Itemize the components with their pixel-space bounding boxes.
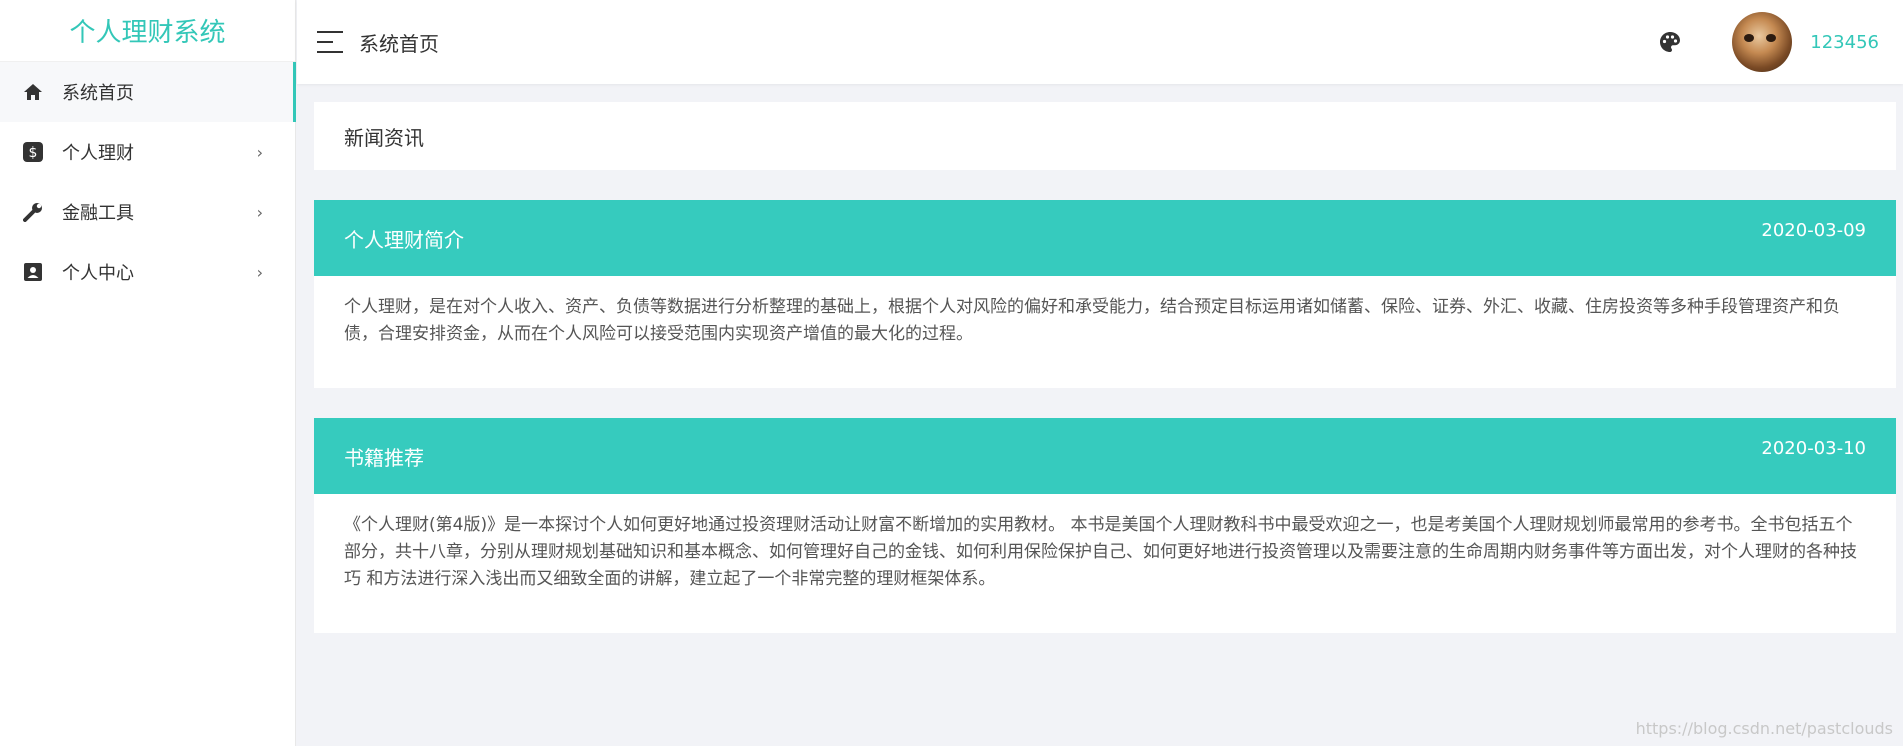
sidebar-item-label: 个人理财 [62, 143, 134, 164]
news-card-title: 个人理财简介 [344, 227, 464, 252]
sidebar-item-label: 金融工具 [62, 203, 134, 224]
username-link[interactable]: 123456 [1810, 32, 1879, 53]
topbar-right: 123456 [1658, 12, 1879, 72]
watermark: https://blog.csdn.net/pastclouds [1635, 719, 1893, 738]
sidebar-item-financial-tools[interactable]: 金融工具 › [0, 182, 295, 242]
sidebar-item-home[interactable]: 系统首页 [0, 62, 296, 122]
news-card-header: 个人理财简介 2020-03-09 [314, 200, 1896, 276]
home-icon [22, 81, 44, 103]
chevron-right-icon: › [256, 142, 263, 162]
news-card-date: 2020-03-10 [1761, 438, 1866, 459]
svg-text:$: $ [29, 145, 38, 161]
main-content: 新闻资讯 个人理财简介 2020-03-09 个人理财，是在对个人收入、资产、负… [314, 102, 1896, 663]
avatar[interactable] [1732, 12, 1793, 72]
news-card-body: 个人理财，是在对个人收入、资产、负债等数据进行分析整理的基础上，根据个人对风险的… [344, 297, 1840, 344]
contact-card-icon [22, 261, 44, 283]
chevron-right-icon: › [256, 202, 263, 222]
news-card-title: 书籍推荐 [344, 445, 424, 470]
news-card-date: 2020-03-09 [1761, 220, 1866, 241]
news-card-body: 《个人理财(第4版)》是一本探讨个人如何更好地通过投资理财活动让财富不断增加的实… [344, 515, 1857, 589]
news-card: 个人理财简介 2020-03-09 个人理财，是在对个人收入、资产、负债等数据进… [314, 200, 1896, 388]
sidebar-nav: 系统首页 $ 个人理财 › 金融工具 › 个人中心 › [0, 62, 296, 302]
menu-toggle-icon[interactable] [317, 31, 343, 53]
news-card-header: 书籍推荐 2020-03-10 [314, 418, 1896, 494]
sidebar-item-personal-finance[interactable]: $ 个人理财 › [0, 122, 295, 182]
sidebar-item-label: 个人中心 [62, 263, 134, 284]
news-section-title: 新闻资讯 [314, 102, 1896, 170]
palette-icon[interactable] [1658, 30, 1682, 54]
sidebar: 个人理财系统 系统首页 $ 个人理财 › 金融工具 › 个人中心 › [0, 0, 296, 746]
app-brand: 个人理财系统 [0, 0, 295, 62]
top-bar: 系统首页 123456 [297, 0, 1903, 84]
page-title: 系统首页 [359, 31, 439, 56]
wrench-icon [22, 201, 44, 223]
sidebar-item-personal-center[interactable]: 个人中心 › [0, 242, 295, 302]
dollar-icon: $ [22, 141, 44, 163]
news-card: 书籍推荐 2020-03-10 《个人理财(第4版)》是一本探讨个人如何更好地通… [314, 418, 1896, 633]
sidebar-item-label: 系统首页 [62, 83, 134, 104]
chevron-right-icon: › [256, 262, 263, 282]
